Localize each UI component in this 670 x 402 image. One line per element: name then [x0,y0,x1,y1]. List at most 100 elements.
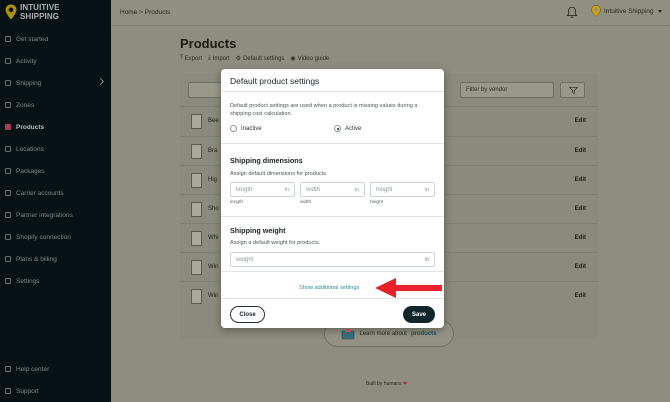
annotation-arrow-icon [375,278,442,298]
radio-checked[interactable] [334,125,341,132]
export-button[interactable]: ⤒ Export [180,55,202,62]
sidebar-item-label: Support [16,387,39,395]
lightning-icon [5,36,11,42]
location-icon [5,146,11,152]
page-actions: ⤒ Export ⤓ Import ⚙ Default settings ◉ Video… [180,55,329,62]
section-divider [221,271,444,272]
sidebar-item-label: Activity [16,57,37,65]
sidebar-item-label: Settings [16,277,40,285]
package-icon [5,168,11,174]
show-additional-settings-link[interactable]: Show additional settings [299,285,359,291]
filter-icon [569,87,578,94]
length-field[interactable]: in [230,182,295,197]
sidebar-item-carrier-accounts[interactable]: Carrier accounts [0,182,111,204]
gear-icon: ⚙ [235,56,242,62]
shipping-weight-title: Shipping weight [230,226,286,235]
edit-button[interactable]: Edit [575,293,586,299]
user-menu[interactable]: Intuitive Shipping [591,5,662,17]
user-name: Intuitive Shipping [604,7,654,15]
radio-unchecked[interactable] [230,125,237,132]
close-button[interactable]: Close [230,306,265,323]
edit-button[interactable]: Edit [575,235,586,241]
bell-icon[interactable] [566,6,578,19]
filter-button[interactable] [560,82,585,98]
sidebar-item-help-center[interactable]: Help center [0,358,111,380]
sidebar-item-shopify-connection[interactable]: Shopify connection [0,226,111,248]
weight-unit: lb [424,257,429,263]
integrations-icon [5,212,11,218]
sidebar-item-label: Shipping [16,79,42,87]
shipping-icon [5,80,11,86]
edit-button[interactable]: Edit [575,206,586,212]
sidebar-item-shipping[interactable]: Shipping [0,72,111,94]
product-thumbnail [191,144,202,159]
breadcrumb[interactable]: Home > Products [120,9,170,16]
edit-button[interactable]: Edit [575,177,586,183]
sidebar-item-support[interactable]: Support [0,380,111,402]
sidebar-item-label: Get started [16,35,49,43]
top-bar: Home > Products Intuitive Shipping [111,0,670,26]
support-icon [5,388,11,394]
location-pin-icon [5,4,17,20]
weight-field[interactable]: lb [230,252,435,267]
weight-input[interactable] [231,253,434,266]
brand-line-2: SHIPPING [20,12,60,21]
shopify-icon [5,234,11,240]
location-pin-icon [591,5,601,17]
sidebar-item-label: Shopify connection [16,233,71,241]
product-thumbnail [191,173,202,188]
sidebar-nav: Get started Activity Shipping Zones Prod… [0,28,111,292]
width-unit: in [354,187,359,193]
product-thumbnail [191,260,202,275]
height-label: height [370,200,384,205]
status-active-radio[interactable]: Active [334,125,361,132]
sidebar-item-label: Zones [16,101,35,109]
products-box-icon [342,328,355,339]
sidebar-item-get-started[interactable]: Get started [0,28,111,50]
sidebar-item-label: Plans & billing [16,255,57,263]
sidebar-item-products[interactable]: Products [0,116,111,138]
product-thumbnail [191,202,202,217]
sidebar-item-settings[interactable]: Settings [0,270,111,292]
modal-description: Default product settings are used when a… [230,103,418,117]
section-divider [221,143,444,144]
sidebar-item-activity[interactable]: Activity [0,50,111,72]
page-title: Products [180,36,237,51]
brand-logo[interactable]: INTUITIVE SHIPPING [5,3,60,21]
sidebar-item-locations[interactable]: Locations [0,138,111,160]
edit-button[interactable]: Edit [575,264,586,270]
sidebar: INTUITIVE SHIPPING Get started Activity … [0,0,111,402]
filter-vendor-select[interactable]: Filter by vendor [460,82,554,98]
status-inactive-radio[interactable]: Inactive [230,125,262,132]
height-field[interactable]: in [370,182,435,197]
edit-button[interactable]: Edit [575,118,586,124]
export-icon: ⤒ [180,55,183,61]
shipping-weight-description: Assign a default weight for products. [230,240,321,246]
length-label: length [230,200,244,205]
carrier-icon [5,190,11,196]
shipping-dimensions-description: Assign default dimensions for products. [230,171,328,177]
length-unit: in [284,187,289,193]
width-label: width [300,200,312,205]
sidebar-item-partner-integrations[interactable]: Partner integrations [0,204,111,226]
gear-icon [5,278,11,284]
width-field[interactable]: in [300,182,365,197]
sidebar-item-label: Locations [16,145,44,153]
video-guide-button[interactable]: ◉ Video guide [290,55,329,63]
video-icon: ◉ [290,56,296,62]
sidebar-item-label: Products [16,123,45,131]
brand-line-1: INTUITIVE [20,3,60,12]
sidebar-item-zones[interactable]: Zones [0,94,111,116]
sidebar-item-plans-billing[interactable]: Plans & billing [0,248,111,270]
import-button[interactable]: ⤓ Import [208,55,230,62]
help-icon [5,366,11,372]
sidebar-item-packages[interactable]: Packages [0,160,111,182]
height-unit: in [424,187,429,193]
save-button[interactable]: Save [403,306,435,323]
import-icon: ⤓ [208,55,211,61]
default-settings-button[interactable]: ⚙ Default settings [235,55,285,63]
sidebar-item-label: Partner integrations [16,211,73,219]
sidebar-bottom-nav: Help center Support [0,358,111,402]
chevron-right-icon [96,77,105,86]
edit-button[interactable]: Edit [575,148,586,154]
